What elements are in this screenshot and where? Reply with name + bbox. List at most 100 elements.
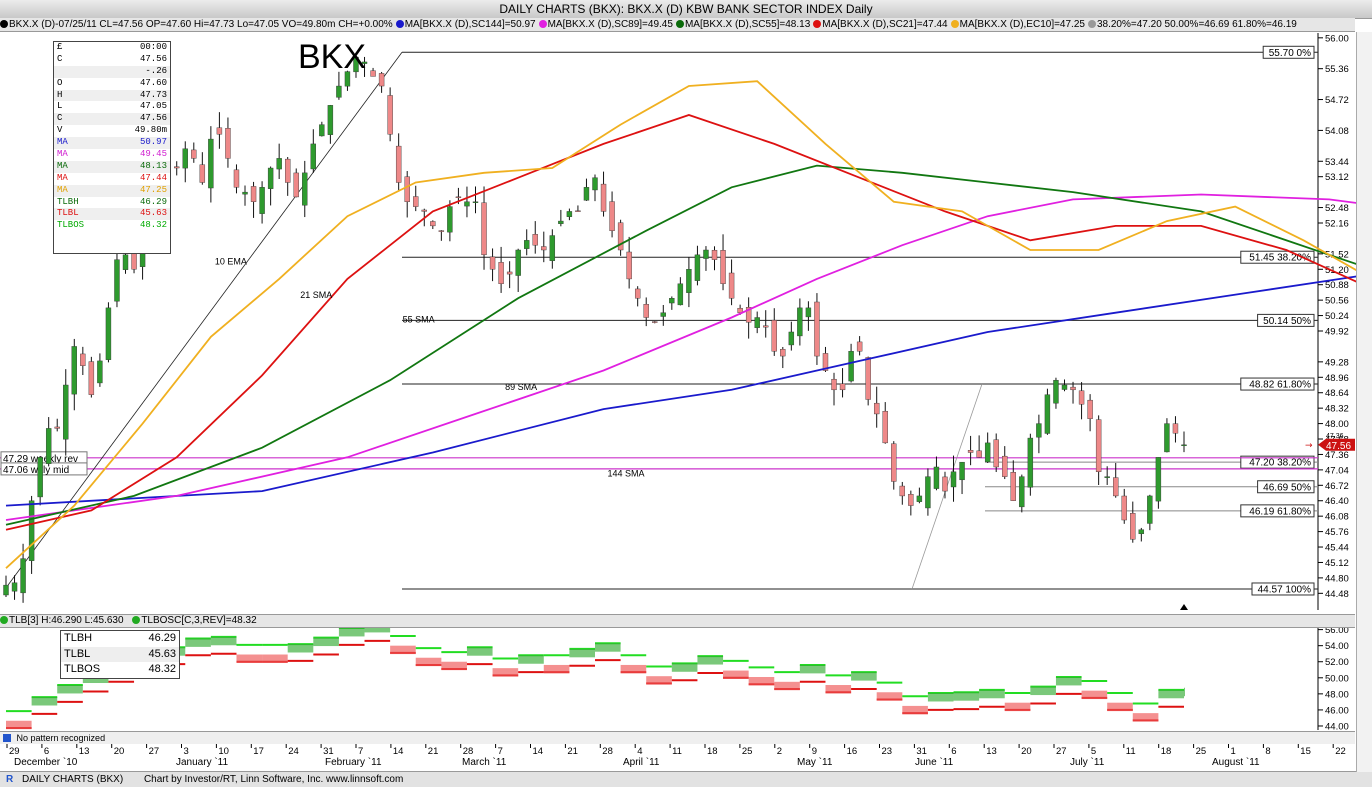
data-window-row: C 47.56 xyxy=(54,54,170,66)
data-window-row: L 47.05 xyxy=(54,101,170,113)
candle-body xyxy=(1172,423,1179,434)
price-axis-label: 49.28 xyxy=(1325,357,1349,368)
candle-body xyxy=(216,127,223,135)
candle-body xyxy=(1147,495,1153,524)
moving-average-label: 89 SMA xyxy=(505,382,537,392)
date-axis-label: 18 xyxy=(707,746,718,757)
data-window-value: 48.13 xyxy=(139,160,167,171)
date-axis-label: 7 xyxy=(358,746,363,757)
month-axis-label: April `11 xyxy=(623,756,660,768)
data-window-row: C 47.56 xyxy=(54,113,170,126)
month-axis-label: July `11 xyxy=(1070,756,1105,768)
candle-body xyxy=(583,187,590,201)
tlb-block xyxy=(851,672,877,681)
price-chart[interactable]: 56.00 55.36 54.72 54.08 53.44 53.12 52.48 52.16… xyxy=(0,0,1372,786)
candle-body xyxy=(686,269,692,293)
data-window-row: TLBH 46.29 xyxy=(54,197,170,209)
data-window-label: V xyxy=(57,125,63,136)
date-axis-label: 3 xyxy=(184,746,189,757)
candle-body xyxy=(984,442,991,463)
tlb-block xyxy=(927,693,954,702)
candle-body xyxy=(805,307,812,318)
candle-body xyxy=(97,360,103,384)
candle-body xyxy=(763,325,769,328)
candle-body xyxy=(80,353,86,366)
candle-body xyxy=(609,201,615,231)
candle-body xyxy=(899,485,906,497)
candle-body xyxy=(1155,457,1162,502)
candle-body xyxy=(1130,513,1136,540)
candle-body xyxy=(908,494,914,506)
data-window-value: 47.56 xyxy=(139,113,167,124)
vertical-scrollbar[interactable] xyxy=(1356,32,1372,772)
price-axis-label: 56.00 xyxy=(1325,33,1349,44)
price-axis-label: 52.48 xyxy=(1325,203,1349,214)
candle-body xyxy=(1002,455,1008,477)
data-window-value: 49.80m xyxy=(134,125,167,136)
candle-body xyxy=(788,331,795,346)
tlb-block xyxy=(979,689,1005,699)
month-axis-label: February `11 xyxy=(325,756,382,768)
tlb-block xyxy=(774,681,800,691)
tlb-block xyxy=(287,644,314,653)
data-window-row: MA 48.13 xyxy=(54,160,170,173)
candle-body xyxy=(780,348,786,357)
data-window-row: MA 49.45 xyxy=(54,149,170,161)
price-axis-label: 47.04 xyxy=(1325,465,1349,476)
candle-body xyxy=(199,164,206,183)
candle-body xyxy=(652,321,658,323)
candle-body xyxy=(404,176,410,202)
date-axis-label: 11 xyxy=(672,746,682,757)
candle-body xyxy=(54,426,60,429)
fib-level-label: 48.82 61.80% xyxy=(1249,380,1311,391)
candle-body xyxy=(45,428,52,464)
candle-body xyxy=(873,402,880,415)
date-axis-label: 13 xyxy=(79,746,90,757)
candle-body xyxy=(703,249,709,259)
oscillator-axis-label: 46.00 xyxy=(1325,705,1349,716)
candle-body xyxy=(498,262,504,284)
linnsoft-logo-icon: R xyxy=(6,774,14,785)
candle-body xyxy=(122,254,129,270)
candle-body xyxy=(669,298,675,304)
candle-body xyxy=(677,283,684,306)
month-axis-label: August `11 xyxy=(1212,756,1260,768)
date-axis-label: 14 xyxy=(393,746,404,757)
tlb-block xyxy=(876,692,903,701)
candle-body xyxy=(225,128,231,159)
oscillator-axis: 56.0054.0052.0050.0048.0046.0044.00 xyxy=(1317,625,1349,732)
price-axis-label: 52.16 xyxy=(1325,218,1349,229)
indicator-row: TLBH 46.29 xyxy=(64,632,176,644)
date-axis-label: 14 xyxy=(533,746,544,757)
currency-label: £ xyxy=(57,42,63,52)
candle-body xyxy=(310,143,317,170)
date-axis-label: 18 xyxy=(1161,746,1172,757)
price-axis-label: 53.12 xyxy=(1325,172,1349,183)
date-axis-label: 20 xyxy=(114,746,125,757)
oscillator-axis-label: 52.00 xyxy=(1325,657,1349,668)
oscillator-axis-label: 54.00 xyxy=(1325,641,1349,652)
tlb-block xyxy=(569,648,595,658)
price-axis-label: 44.48 xyxy=(1325,589,1349,600)
date-axis-label: 5 xyxy=(1091,746,1096,757)
data-window-label: O xyxy=(57,77,63,88)
candle-body xyxy=(336,85,342,98)
date-axis-label: 22 xyxy=(1335,746,1346,757)
candle-body xyxy=(831,378,837,391)
candle-body xyxy=(37,457,43,498)
price-axis-label: 45.12 xyxy=(1325,558,1349,569)
candle-body xyxy=(378,73,385,87)
candle-body xyxy=(430,221,436,227)
price-axis-label: 46.08 xyxy=(1325,512,1349,523)
date-axis-label: 25 xyxy=(1196,746,1207,757)
data-window-label: C xyxy=(57,53,63,64)
price-axis: 56.00 55.36 54.72 54.08 53.44 53.12 52.48 52.16… xyxy=(1317,33,1349,610)
moving-average-label: 144 SMA xyxy=(608,469,645,479)
candle-body xyxy=(711,249,718,260)
data-window-row: TLBOS 48.32 xyxy=(54,220,170,232)
tlb-block xyxy=(466,647,493,656)
data-window-label: MA xyxy=(57,160,68,171)
date-axis-label: 15 xyxy=(1300,746,1311,757)
pattern-icon xyxy=(3,734,11,742)
candle-body xyxy=(950,471,957,488)
